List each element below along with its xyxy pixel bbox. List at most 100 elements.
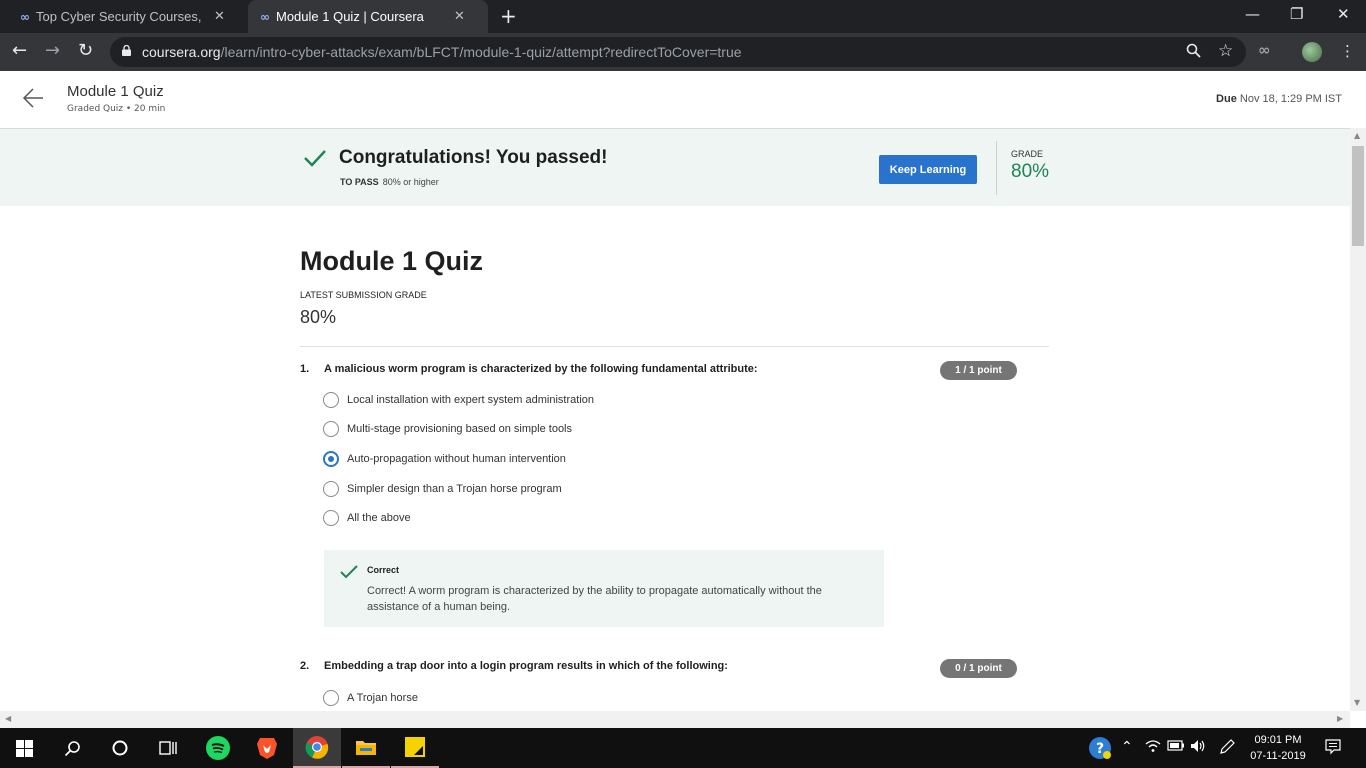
search-icon[interactable] bbox=[1186, 43, 1201, 62]
due-date: Due Nov 18, 1:29 PM IST bbox=[1216, 93, 1342, 105]
clock-time: 09:01 PM bbox=[1254, 734, 1302, 746]
clock-date: 07-11-2019 bbox=[1250, 750, 1306, 762]
feedback-box: Correct Correct! A worm program is chara… bbox=[324, 550, 884, 627]
pass-banner: Congratulations! You passed! TO PASS 80% … bbox=[0, 129, 1350, 206]
scroll-thumb[interactable] bbox=[1352, 146, 1364, 246]
back-arrow-icon[interactable] bbox=[22, 87, 44, 109]
option-label: Auto-propagation without human intervent… bbox=[347, 453, 566, 465]
radio-button-selected[interactable] bbox=[323, 451, 339, 467]
checkmark-icon bbox=[340, 565, 358, 579]
forward-icon[interactable]: → bbox=[45, 41, 60, 61]
cortana-icon[interactable] bbox=[96, 728, 144, 768]
question-text: Embedding a trap door into a login progr… bbox=[324, 660, 728, 672]
page-content: Module 1 Quiz Graded Quiz • 20 min Due N… bbox=[0, 71, 1350, 711]
radio-button[interactable] bbox=[323, 690, 339, 706]
option-label: Simpler design than a Trojan horse progr… bbox=[347, 483, 562, 495]
option-label: Multi-stage provisioning based on simple… bbox=[347, 423, 573, 435]
pass-headline: Congratulations! You passed! bbox=[339, 147, 608, 168]
latest-grade-label: LATEST SUBMISSION GRADE bbox=[300, 290, 427, 300]
to-pass-label: TO PASS bbox=[340, 177, 379, 187]
keep-learning-button[interactable]: Keep Learning bbox=[879, 155, 977, 184]
profile-avatar[interactable] bbox=[1302, 42, 1322, 62]
close-tab-icon[interactable]: ✕ bbox=[454, 9, 465, 24]
chevron-up-icon[interactable]: ⌃ bbox=[1121, 739, 1133, 755]
search-icon[interactable] bbox=[48, 728, 96, 768]
answer-option[interactable]: A Trojan horse bbox=[323, 690, 418, 706]
points-badge: 1 / 1 point bbox=[940, 361, 1017, 380]
task-view-icon[interactable] bbox=[144, 728, 192, 768]
pass-requirement: TO PASS 80% or higher bbox=[340, 177, 439, 187]
minimize-icon[interactable]: — bbox=[1245, 5, 1260, 23]
new-tab-button[interactable]: + bbox=[500, 6, 517, 26]
coursera-logo-icon: ∞ bbox=[20, 9, 30, 24]
points-badge: 0 / 1 point bbox=[940, 659, 1017, 678]
browser-toolbar: ← → ↻ coursera.org/learn/intro-cyber-att… bbox=[0, 33, 1366, 71]
horizontal-scrollbar[interactable]: ◀ ▶ bbox=[0, 711, 1350, 728]
file-explorer-icon[interactable] bbox=[342, 728, 390, 768]
answer-option[interactable]: Simpler design than a Trojan horse progr… bbox=[323, 481, 562, 497]
option-label: Local installation with expert system ad… bbox=[347, 394, 595, 406]
grade-value: 80% bbox=[1011, 161, 1050, 182]
svg-text:?: ? bbox=[1096, 741, 1104, 757]
url-text: coursera.org/learn/intro-cyber-attacks/e… bbox=[142, 44, 742, 60]
latest-grade-value: 80% bbox=[300, 307, 337, 327]
tab-cyber-courses[interactable]: ∞ Top Cyber Security Courses, Nove ✕ bbox=[8, 0, 248, 33]
answer-option[interactable]: Local installation with expert system ad… bbox=[323, 392, 594, 408]
vertical-scrollbar[interactable]: ▲ ▼ bbox=[1350, 128, 1366, 711]
reload-icon[interactable]: ↻ bbox=[78, 41, 93, 61]
radio-button[interactable] bbox=[323, 510, 339, 526]
scroll-up-icon[interactable]: ▲ bbox=[1354, 131, 1360, 140]
pen-icon[interactable] bbox=[1219, 739, 1235, 759]
close-window-icon[interactable]: ✕ bbox=[1337, 5, 1350, 23]
header-subtitle: Graded Quiz • 20 min bbox=[67, 104, 166, 114]
extension-icon[interactable]: ∞ bbox=[1258, 41, 1271, 59]
radio-button[interactable] bbox=[323, 481, 339, 497]
restore-icon[interactable]: ❐ bbox=[1290, 5, 1303, 23]
close-tab-icon[interactable]: ✕ bbox=[214, 9, 225, 24]
lock-icon bbox=[122, 45, 131, 56]
system-clock[interactable]: 09:01 PM 07-11-2019 bbox=[1246, 732, 1310, 764]
due-value: Nov 18, 1:29 PM IST bbox=[1239, 93, 1342, 105]
brave-browser-icon[interactable] bbox=[243, 728, 291, 768]
chrome-icon[interactable] bbox=[293, 728, 341, 768]
divider bbox=[300, 346, 1049, 347]
quiz-header: Module 1 Quiz Graded Quiz • 20 min Due N… bbox=[0, 71, 1350, 129]
battery-icon[interactable] bbox=[1167, 739, 1185, 755]
feedback-text: Correct! A worm program is characterized… bbox=[367, 585, 822, 613]
question-text: A malicious worm program is characterize… bbox=[324, 363, 758, 375]
answer-option[interactable]: All the above bbox=[323, 510, 411, 526]
help-icon[interactable]: ? bbox=[1088, 736, 1112, 764]
scroll-left-icon[interactable]: ◀ bbox=[5, 714, 11, 723]
tab-module-quiz[interactable]: ∞ Module 1 Quiz | Coursera ✕ bbox=[248, 0, 488, 33]
volume-icon[interactable] bbox=[1190, 739, 1206, 757]
action-center-icon[interactable] bbox=[1325, 739, 1341, 759]
feedback-title: Correct bbox=[367, 565, 400, 575]
answer-option[interactable]: Multi-stage provisioning based on simple… bbox=[323, 421, 572, 437]
due-label: Due bbox=[1216, 93, 1237, 105]
menu-icon[interactable]: ⋮ bbox=[1340, 42, 1355, 60]
radio-button[interactable] bbox=[323, 421, 339, 437]
tab-title: Module 1 Quiz | Coursera bbox=[276, 9, 424, 24]
question-number: 1. bbox=[300, 363, 310, 375]
tab-strip: ∞ Top Cyber Security Courses, Nove ✕ ∞ M… bbox=[0, 0, 1366, 33]
header-title: Module 1 Quiz bbox=[67, 83, 164, 100]
tab-title: Top Cyber Security Courses, Nove bbox=[36, 9, 206, 24]
option-label: A Trojan horse bbox=[347, 692, 418, 704]
to-pass-value: 80% or higher bbox=[382, 177, 439, 187]
address-bar[interactable]: coursera.org/learn/intro-cyber-attacks/e… bbox=[110, 37, 1246, 67]
back-icon[interactable]: ← bbox=[12, 41, 27, 61]
answer-option-selected[interactable]: Auto-propagation without human intervent… bbox=[323, 451, 566, 467]
wifi-icon[interactable] bbox=[1145, 739, 1161, 757]
divider bbox=[996, 141, 997, 195]
checkmark-icon bbox=[304, 150, 326, 167]
windows-start-icon[interactable] bbox=[0, 728, 48, 768]
taskbar: ? ⌃ 09:01 PM 07-11-2019 bbox=[0, 728, 1366, 768]
url-path: /learn/intro-cyber-attacks/exam/bLFCT/mo… bbox=[220, 44, 742, 60]
sticky-notes-icon[interactable] bbox=[391, 728, 439, 768]
scroll-right-icon[interactable]: ▶ bbox=[1337, 714, 1343, 723]
spotify-icon[interactable] bbox=[194, 728, 242, 768]
bookmark-star-icon[interactable]: ☆ bbox=[1218, 41, 1233, 61]
radio-button[interactable] bbox=[323, 392, 339, 408]
scroll-down-icon[interactable]: ▼ bbox=[1354, 698, 1360, 707]
coursera-logo-icon: ∞ bbox=[260, 9, 270, 24]
